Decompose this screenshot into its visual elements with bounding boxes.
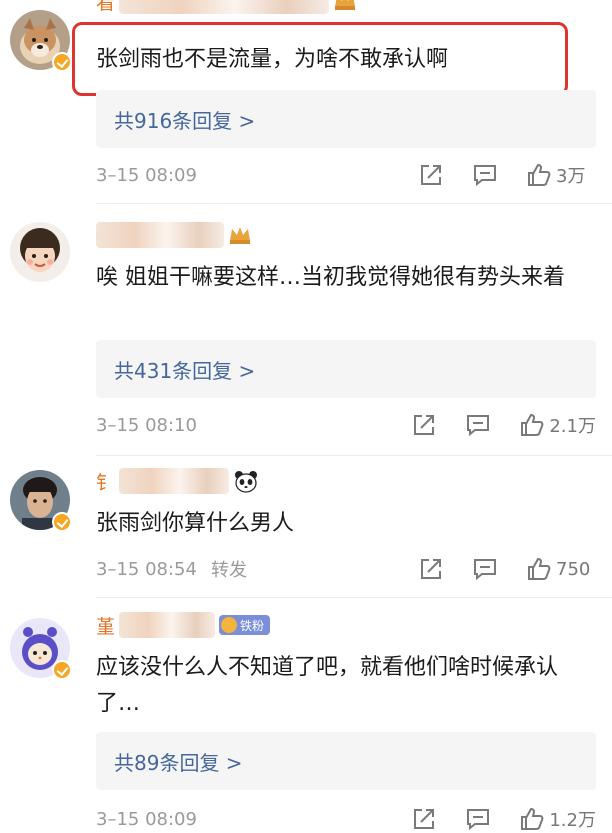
- replies-button[interactable]: 共916条回复 >: [96, 90, 596, 148]
- panda-icon: [235, 471, 258, 493]
- like-icon[interactable]: [519, 412, 545, 438]
- comment-text: 应该没什么人不知道了吧，就看他们啥时候承认了…: [96, 655, 559, 716]
- username[interactable]: 看: [96, 0, 357, 16]
- comment-icon[interactable]: [465, 412, 491, 438]
- comment-meta: 3–15 08:09 3万: [96, 160, 596, 190]
- like-count: 3万: [556, 166, 586, 187]
- share-icon[interactable]: [411, 806, 437, 832]
- action-bar: 1.2万: [411, 804, 596, 833]
- avatar[interactable]: [10, 222, 70, 282]
- timestamp: 3–15 08:54: [96, 558, 197, 580]
- comment-meta: 3–15 08:09 1.2万: [96, 804, 596, 833]
- redacted-name: [96, 222, 224, 248]
- crown-icon: [335, 0, 356, 10]
- comment-text: 张雨剑你算什么男人: [96, 511, 295, 536]
- username[interactable]: [96, 220, 252, 250]
- verified-badge-icon: [52, 512, 72, 532]
- comment-icon[interactable]: [472, 162, 498, 188]
- comment-meta: 3–15 08:10 2.1万: [96, 410, 596, 440]
- like-icon[interactable]: [519, 806, 545, 832]
- timestamp: 3–15 08:09: [96, 164, 197, 186]
- comment-meta: 3–15 08:54 转发 750: [96, 554, 596, 584]
- replies-button[interactable]: 共431条回复 >: [96, 340, 596, 398]
- comment-item-1: 看 张剑雨也不是流量，为啥不敢承认啊 共916条回复 > 3–15 08:09 …: [0, 0, 612, 200]
- comment-item-2: 唉 姐姐干嘛要这样…当初我觉得她很有势头来着 共431条回复 > 3–15 08…: [0, 204, 612, 449]
- like-count: 2.1万: [549, 416, 596, 437]
- share-icon[interactable]: [418, 556, 444, 582]
- action-bar: 750: [418, 554, 596, 584]
- comment-icon[interactable]: [465, 806, 491, 832]
- comment-item-3: 钅 张雨剑你算什么男人 3–15 08:54 转发 750: [0, 456, 612, 596]
- like-count: 750: [556, 558, 591, 580]
- comment-icon[interactable]: [472, 556, 498, 582]
- username[interactable]: 堇 铁粉: [96, 610, 271, 640]
- like-icon[interactable]: [526, 162, 552, 188]
- verified-badge-icon: [52, 660, 72, 680]
- redacted-name: [119, 612, 216, 638]
- crown-icon: [230, 227, 250, 244]
- fan-badge-icon: [221, 617, 238, 633]
- like-icon[interactable]: [526, 556, 552, 582]
- action-bar: 2.1万: [411, 410, 596, 440]
- like-count: 1.2万: [549, 810, 596, 831]
- username[interactable]: 钅: [96, 466, 259, 496]
- highlight-box: [72, 22, 568, 96]
- forward-label[interactable]: 转发: [211, 556, 247, 582]
- verified-badge-icon: [52, 52, 72, 72]
- fan-badge: 铁粉: [219, 615, 271, 635]
- redacted-name: [119, 0, 330, 14]
- action-bar: 3万: [418, 160, 596, 190]
- comment-text: 唉 姐姐干嘛要这样…当初我觉得她很有势头来着: [96, 265, 565, 290]
- comment-item-4: 堇 铁粉 应该没什么人不知道了吧，就看他们啥时候承认了… 共89条回复 > 3–…: [0, 598, 612, 833]
- timestamp: 3–15 08:10: [96, 414, 197, 436]
- replies-button[interactable]: 共89条回复 >: [96, 732, 596, 790]
- timestamp: 3–15 08:09: [96, 808, 197, 830]
- share-icon[interactable]: [418, 162, 444, 188]
- girl-avatar-icon: [10, 222, 70, 282]
- share-icon[interactable]: [411, 412, 437, 438]
- redacted-name: [119, 468, 230, 494]
